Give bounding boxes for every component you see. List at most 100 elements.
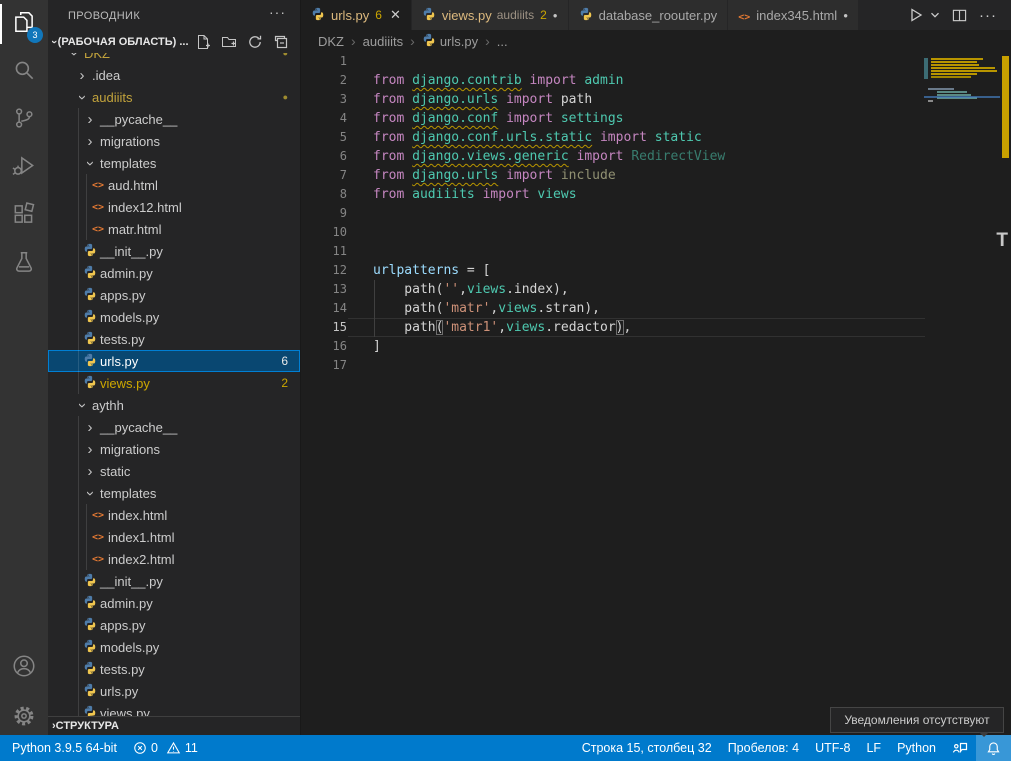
tree-item-admin.py[interactable]: admin.py [48,262,300,284]
breadcrumb-item[interactable]: ... [497,34,508,49]
tree-item-DKZ[interactable]: › DKZ● [48,53,300,64]
workspace-section-header[interactable]: › (РАБОЧАЯ ОБЛАСТЬ) ... [48,30,300,53]
python-icon [83,375,97,392]
breadcrumb-item[interactable]: audiiits [363,34,403,49]
search-button[interactable] [0,48,48,96]
breadcrumb-item[interactable]: urls.py [422,33,478,50]
run-debug-button[interactable] [0,144,48,192]
code-line-10[interactable]: 10 [301,223,1011,242]
tree-item-templates[interactable]: › templates [48,482,300,504]
code-line-6[interactable]: 6 from django.views.generic import Redir… [301,147,1011,166]
tree-item-views.py[interactable]: views.py [48,702,300,716]
testing-button[interactable] [0,240,48,288]
code-line-11[interactable]: 11 [301,242,1011,261]
code-line-17[interactable]: 17 [301,356,1011,375]
minimap[interactable] [924,0,1000,735]
scrollbar[interactable]: T [1000,0,1011,735]
indent-guide [374,280,375,337]
line-number: 10 [301,223,347,242]
tree-item-__init__.py[interactable]: __init__.py [48,570,300,592]
html-icon: <> [92,224,104,235]
explorer-button[interactable]: 3 [0,0,48,48]
code-line-13[interactable]: 13 path('',views.index), [301,280,1011,299]
html-icon: <> [92,202,104,213]
collapse-all-icon[interactable] [272,33,290,51]
tab-views.py[interactable]: views.py audiiits 2 ● [412,0,569,30]
code-line-12[interactable]: 12 urlpatterns = [ [301,261,1011,280]
chevron-down-icon: › [48,40,60,44]
extensions-button[interactable] [0,192,48,240]
source-control-button[interactable] [0,96,48,144]
tree-item-audiiits[interactable]: › audiiits● [48,86,300,108]
run-file-icon[interactable] [908,7,924,23]
code-line-4[interactable]: 4 from django.conf import settings [301,109,1011,128]
sidebar-more-actions[interactable]: ··· [269,4,286,20]
tree-item-views.py[interactable]: views.py2 [48,372,300,394]
tree-item-static[interactable]: › static [48,460,300,482]
code-line-14[interactable]: 14 path('matr',views.stran), [301,299,1011,318]
code-line-2[interactable]: 2 from django.contrib import admin [301,71,1011,90]
tree-item-admin.py[interactable]: admin.py [48,592,300,614]
tree-item-migrations[interactable]: › migrations [48,438,300,460]
tree-item-aythh[interactable]: › aythh [48,394,300,416]
tree-item-models.py[interactable]: models.py [48,636,300,658]
python-icon [83,639,97,656]
tab-index345.html[interactable]: <> index345.html ● [728,0,859,30]
code-line-1[interactable]: 1 [301,52,1011,71]
warning-icon [166,741,181,755]
new-file-icon[interactable] [194,33,212,51]
tree-item-apps.py[interactable]: apps.py [48,284,300,306]
outline-section-header[interactable]: › СТРУКТУРА [48,716,300,735]
tree-item-tests.py[interactable]: tests.py [48,328,300,350]
accounts-button[interactable] [0,644,48,692]
code-line-3[interactable]: 3 from django.urls import path [301,90,1011,109]
tree-item-__pycache__[interactable]: › __pycache__ [48,416,300,438]
code-line-9[interactable]: 9 [301,204,1011,223]
language-mode[interactable]: Python [889,735,944,761]
code-area[interactable]: 1 2 from django.contrib import admin 3 f… [301,52,1011,735]
line-number: 16 [301,337,347,356]
git-branch-icon [11,105,37,136]
python-icon [579,7,593,24]
python-interpreter[interactable]: Python 3.9.5 64-bit [0,735,125,761]
tab-urls.py[interactable]: urls.py 6 ✕ [301,0,412,30]
indentation[interactable]: Пробелов: 4 [720,735,807,761]
code-line-8[interactable]: 8 from audiiits import views [301,185,1011,204]
tree-item-.idea[interactable]: › .idea [48,64,300,86]
python-icon [83,683,97,700]
tree-item-urls.py[interactable]: urls.py [48,680,300,702]
python-icon [83,243,97,260]
tree-item-migrations[interactable]: › migrations [48,130,300,152]
python-icon [83,573,97,590]
new-folder-icon[interactable] [220,33,238,51]
code-line-7[interactable]: 7 from django.urls import include [301,166,1011,185]
account-icon [11,653,37,684]
tree-item-tests.py[interactable]: tests.py [48,658,300,680]
refresh-icon[interactable] [246,33,264,51]
breadcrumb-item[interactable]: DKZ [318,34,344,49]
tab-problem-badge: 2 [540,8,547,22]
tree-item-apps.py[interactable]: apps.py [48,614,300,636]
problems-indicator[interactable]: 0 11 [125,735,206,761]
code-line-16[interactable]: 16 ] [301,337,1011,356]
tab-database_roouter.py[interactable]: database_roouter.py [569,0,729,30]
tree-item-__init__.py[interactable]: __init__.py [48,240,300,262]
html-icon: <> [92,180,104,191]
encoding[interactable]: UTF-8 [807,735,858,761]
chevron-right-icon: › [88,464,93,479]
feedback-button[interactable] [944,735,976,761]
tree-item-models.py[interactable]: models.py [48,306,300,328]
cursor-position[interactable]: Строка 15, столбец 32 [570,735,720,761]
tree-item-__pycache__[interactable]: › __pycache__ [48,108,300,130]
close-tab-icon[interactable]: ✕ [390,7,401,23]
chevron-down-icon: › [75,403,90,408]
chevron-right-icon: › [485,33,490,49]
html-icon: <> [738,12,750,23]
code-line-5[interactable]: 5 from django.conf.urls.static import st… [301,128,1011,147]
html-icon: <> [92,554,104,565]
tree-item-templates[interactable]: › templates [48,152,300,174]
code-line-15[interactable]: 15 path('matr1',views.redactor), [301,318,1011,337]
warning-count: 11 [185,741,198,755]
tree-item-urls.py[interactable]: urls.py6 [48,350,300,372]
eol-selector[interactable]: LF [858,735,889,761]
